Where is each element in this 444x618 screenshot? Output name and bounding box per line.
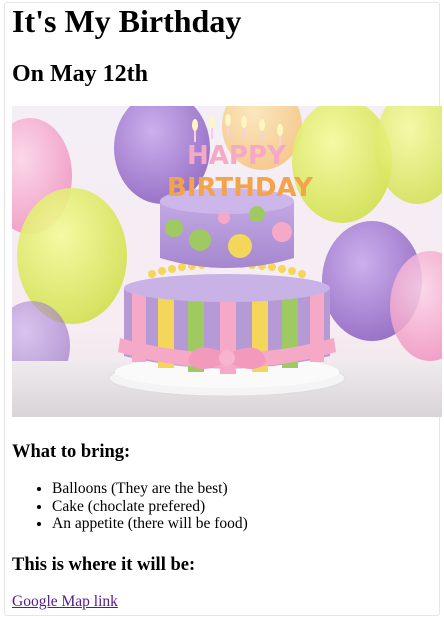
cake-topper-line-1: HAPPY — [187, 141, 287, 171]
location-heading: This is where it will be: — [12, 555, 196, 575]
what-to-bring-heading: What to bring: — [12, 442, 131, 462]
page-subtitle: On May 12th — [12, 61, 149, 87]
list-item: An appetite (there will be food) — [52, 515, 248, 533]
cake-illustration: HAPPY BIRTHDAY — [12, 106, 442, 417]
page-title: It's My Birthday — [12, 3, 242, 39]
birthday-cake-image: HAPPY BIRTHDAY — [12, 106, 442, 417]
cake-topper-line-2: BIRTHDAY — [167, 173, 314, 203]
bring-list: Balloons (They are the best) Cake (chocl… — [12, 480, 248, 533]
google-map-link[interactable]: Google Map link — [12, 593, 118, 611]
list-item: Balloons (They are the best) — [52, 480, 248, 498]
list-item: Cake (choclate prefered) — [52, 498, 248, 516]
